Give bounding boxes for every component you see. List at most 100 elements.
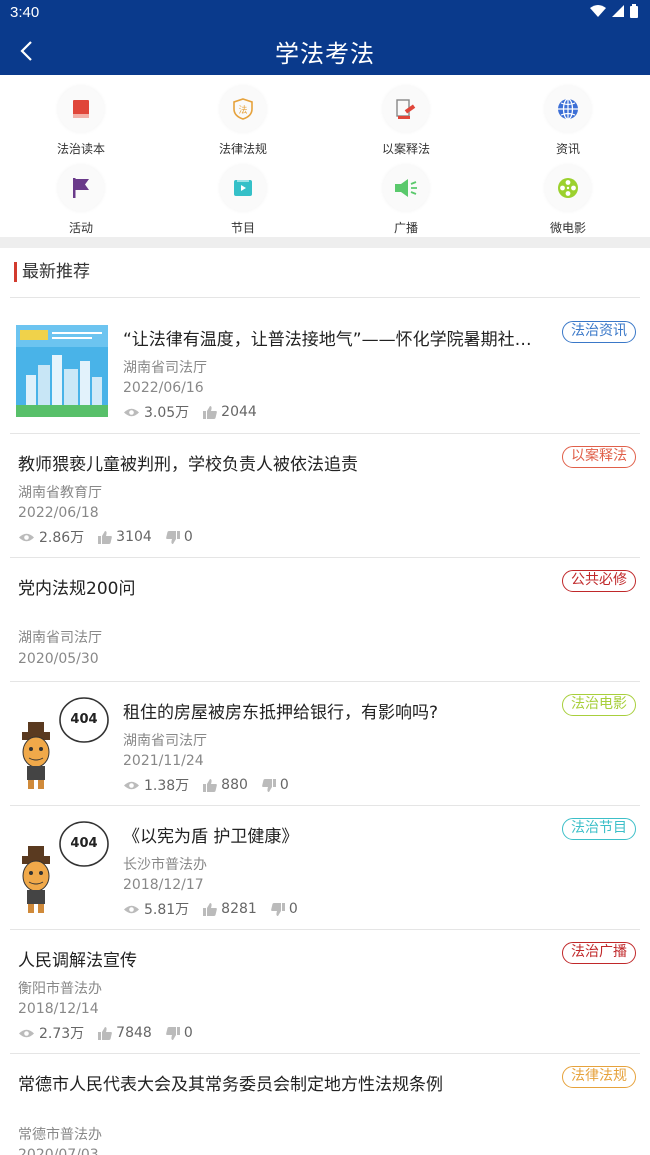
item-date: 2020/07/03 (18, 1147, 99, 1155)
item-title: 常德市人民代表大会及其常务委员会制定地方性法规条例 (18, 1075, 443, 1095)
item-likes: 8281 (221, 901, 257, 917)
item-source: 长沙市普法办 (123, 857, 207, 873)
list-item[interactable]: 教师猥亵儿童被判刑，学校负责人被依法追责 以案释法 湖南省教育厅 2022/06… (0, 434, 650, 558)
law-shield-icon: 法 (233, 98, 253, 120)
thumbnail-404: 404 (22, 697, 109, 789)
item-date: 2022/06/16 (123, 380, 204, 396)
item-likes: 7848 (116, 1025, 152, 1041)
item-source: 常德市普法办 (18, 1127, 102, 1143)
item-likes: 3104 (116, 529, 152, 545)
thumb-up-icon (203, 778, 218, 792)
item-source: 湖南省司法厅 (123, 733, 207, 749)
category-news[interactable]: 资讯 (487, 78, 649, 156)
thumb-down-icon (165, 1026, 180, 1040)
battery-icon (630, 4, 638, 18)
list-item[interactable]: 常德市人民代表大会及其常务委员会制定地方性法规条例 法律法规 常德市普法办 20… (0, 1054, 650, 1155)
item-stats: 1.38万 880 0 (123, 775, 303, 795)
category-grid: 法治读本 法 法律法规 以案释法 资讯 活动 节目 广播 微电影 (0, 75, 650, 237)
eye-icon (124, 408, 139, 416)
gavel-icon (396, 99, 416, 119)
eye-icon (19, 533, 34, 541)
item-date: 2022/06/18 (18, 505, 99, 521)
speaker-icon (395, 179, 417, 197)
list-item[interactable]: 404 租住的房屋被房东抵押给银行，有影响吗? 法治电影 湖南省司法厅 2021… (0, 682, 650, 806)
app-header: 3:40 学法考法 (0, 0, 650, 75)
item-title: 租住的房屋被房东抵押给银行，有影响吗? (123, 703, 439, 723)
item-dislikes: 0 (279, 777, 289, 793)
eye-icon (19, 1029, 34, 1037)
svg-text:法: 法 (238, 104, 247, 116)
item-title: 《以宪为盾 护卫健康》 (123, 827, 299, 847)
book-icon (73, 100, 89, 118)
wifi-icon (590, 5, 606, 17)
item-source: 湖南省司法厅 (18, 630, 102, 646)
item-tag: 法治电影 (562, 694, 636, 716)
section-title: 最新推荐 (14, 262, 90, 282)
item-tag: 法治节目 (562, 818, 636, 840)
category-reading[interactable]: 法治读本 (0, 78, 162, 156)
item-date: 2021/11/24 (123, 753, 204, 769)
item-date: 2020/05/30 (18, 651, 99, 667)
category-micro-film[interactable]: 微电影 (487, 157, 649, 235)
item-source: 湖南省教育厅 (18, 485, 102, 501)
tv-icon (234, 180, 252, 196)
item-views: 2.86万 (39, 530, 85, 546)
item-title: 人民调解法宣传 (18, 951, 137, 971)
item-title: “让法律有温度，让普法接地气”——怀化学院暑期社会... (123, 330, 543, 350)
globe-icon (558, 98, 578, 120)
item-title: 教师猥亵儿童被判刑，学校负责人被依法追责 (18, 455, 358, 475)
item-views: 2.73万 (39, 1026, 85, 1042)
list-item[interactable]: 党内法规200问 公共必修 湖南省司法厅 2020/05/30 (0, 558, 650, 682)
thumb-up-icon (203, 902, 218, 916)
item-date: 2018/12/14 (18, 1001, 99, 1017)
signal-icon (612, 5, 624, 17)
item-tag: 法治资讯 (562, 321, 636, 343)
item-views: 5.81万 (144, 902, 190, 918)
item-dislikes: 0 (288, 901, 298, 917)
item-dislikes: 0 (183, 1025, 193, 1041)
list-item[interactable]: “让法律有温度，让普法接地气”——怀化学院暑期社会... 法治资讯 湖南省司法厅… (0, 298, 650, 434)
status-icons (590, 4, 638, 18)
thumb-down-icon (165, 530, 180, 544)
thumb-down-icon (270, 902, 285, 916)
item-source: 湖南省司法厅 (123, 360, 207, 376)
list-item[interactable]: 404 《以宪为盾 护卫健康》 法治节目 长沙市普法办 2018/12/17 5… (0, 806, 650, 930)
film-reel-icon (558, 178, 578, 198)
item-tag: 以案释法 (562, 446, 636, 468)
item-likes: 2044 (221, 404, 257, 420)
item-likes: 880 (221, 777, 248, 793)
item-views: 3.05万 (144, 405, 190, 421)
item-title: 党内法规200问 (18, 579, 136, 599)
item-stats: 5.81万 8281 0 (123, 899, 312, 919)
eye-icon (124, 781, 139, 789)
item-tag: 公共必修 (562, 570, 636, 592)
item-date: 2018/12/17 (123, 877, 204, 893)
thumb-up-icon (98, 1026, 113, 1040)
thumb-down-icon (262, 778, 276, 792)
item-source: 衡阳市普法办 (18, 981, 102, 997)
item-tag: 法治广播 (562, 942, 636, 964)
thumb-up-icon (203, 405, 218, 419)
category-programs[interactable]: 节目 (162, 157, 324, 235)
item-dislikes: 0 (183, 529, 193, 545)
page-title: 学法考法 (275, 40, 375, 68)
thumb-up-icon (98, 530, 113, 544)
category-radio[interactable]: 广播 (325, 157, 487, 235)
eye-icon (124, 905, 139, 913)
flag-icon (73, 178, 89, 198)
thumb-404-text: 404 (70, 836, 97, 851)
thumbnail-404: 404 (22, 821, 109, 913)
thumbnail-city (16, 325, 108, 417)
item-stats: 2.73万 7848 0 (18, 1023, 207, 1043)
thumb-404-text: 404 (70, 712, 97, 727)
status-time: 3:40 (10, 4, 40, 21)
item-tag: 法律法规 (562, 1066, 636, 1088)
item-stats: 2.86万 3104 0 (18, 527, 207, 547)
list-item[interactable]: 人民调解法宣传 法治广播 衡阳市普法办 2018/12/14 2.73万 784… (0, 930, 650, 1054)
section-gap (0, 237, 650, 248)
category-activities[interactable]: 活动 (0, 157, 162, 235)
item-views: 1.38万 (144, 778, 190, 794)
item-stats: 3.05万 2044 (123, 402, 271, 422)
category-laws[interactable]: 法 法律法规 (162, 78, 324, 156)
category-cases[interactable]: 以案释法 (325, 78, 487, 156)
